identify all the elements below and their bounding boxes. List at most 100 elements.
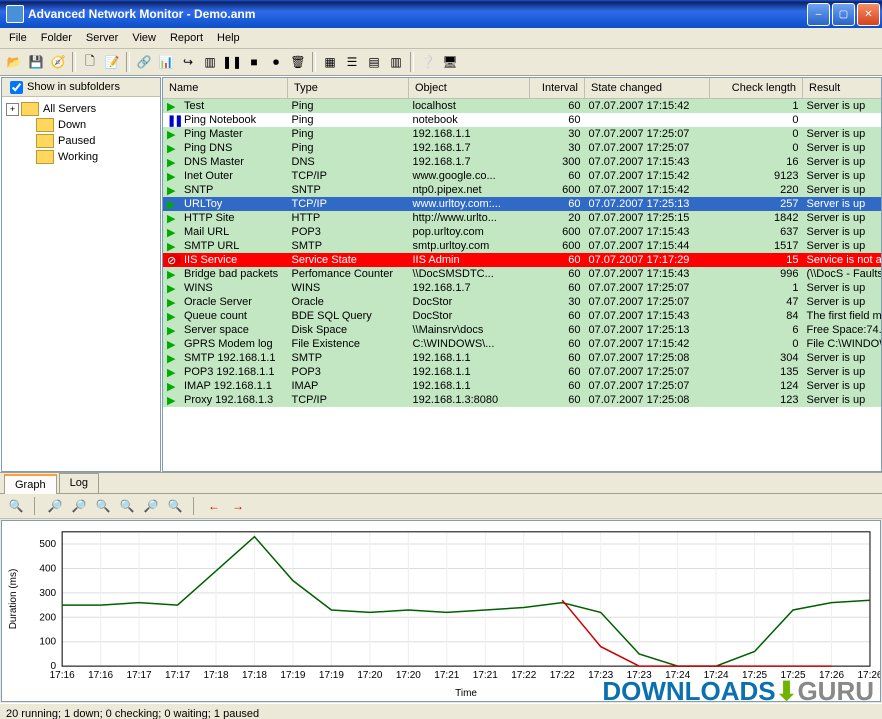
toolbar-grid1-button[interactable]: ▦ xyxy=(320,52,340,72)
toolbar-new-window-button[interactable]: 🗋 xyxy=(80,52,100,72)
tab-graph[interactable]: Graph xyxy=(4,474,57,494)
column-checklen[interactable]: Check length xyxy=(710,78,803,99)
tree-folder-paused[interactable]: Paused xyxy=(36,133,156,149)
server-row[interactable]: ▶POP3 192.168.1.1POP3192.168.1.16007.07.… xyxy=(163,365,882,379)
column-state[interactable]: State changed xyxy=(585,78,710,99)
menu-view[interactable]: View xyxy=(125,30,163,46)
graph-scroll-right-button[interactable]: → xyxy=(228,496,248,516)
graph-zoom-reset-y-button[interactable]: 🔎 xyxy=(141,496,161,516)
server-row[interactable]: ▶Mail URLPOP3pop.urltoy.com60007.07.2007… xyxy=(163,225,882,239)
server-row[interactable]: ▶HTTP SiteHTTPhttp://www.urlto...2007.07… xyxy=(163,211,882,225)
status-icon: ▶ xyxy=(167,310,181,322)
menu-bar: FileFolderServerViewReportHelp xyxy=(0,28,882,49)
column-interval[interactable]: Interval xyxy=(530,78,585,99)
tab-log[interactable]: Log xyxy=(59,473,99,493)
toolbar-about-button[interactable]: 🖥 xyxy=(440,52,460,72)
server-row[interactable]: ▶TestPinglocalhost6007.07.2007 17:15:421… xyxy=(163,99,882,114)
tree-root-label: All Servers xyxy=(43,103,96,115)
status-bar: 20 running; 1 down; 0 checking; 0 waitin… xyxy=(0,703,882,719)
folder-icon xyxy=(36,134,54,148)
tree-folder-working[interactable]: Working xyxy=(36,149,156,165)
status-icon: ▶ xyxy=(167,142,181,154)
app-icon xyxy=(6,5,24,23)
server-row[interactable]: ▶GPRS Modem logFile ExistenceC:\WINDOWS\… xyxy=(163,337,882,351)
menu-report[interactable]: Report xyxy=(163,30,210,46)
graph-scroll-left-button[interactable]: ← xyxy=(204,496,224,516)
toolbar-export-button[interactable]: ↪ xyxy=(178,52,198,72)
graph-zoom-reset-x-button[interactable]: 🔍 xyxy=(165,496,185,516)
server-row[interactable]: ▶SNTPSNTPntp0.pipex.net60007.07.2007 17:… xyxy=(163,183,882,197)
column-object[interactable]: Object xyxy=(409,78,530,99)
server-row[interactable]: ▶Ping DNSPing192.168.1.73007.07.2007 17:… xyxy=(163,141,882,155)
toolbar-grid2-button[interactable]: ☰ xyxy=(342,52,362,72)
subfolders-label: Show in subfolders xyxy=(27,81,120,93)
server-row[interactable]: ▶Oracle ServerOracleDocStor3007.07.2007 … xyxy=(163,295,882,309)
graph-zoom-out-x-button[interactable]: 🔍 xyxy=(93,496,113,516)
toolbar-columns-button[interactable]: ▥ xyxy=(200,52,220,72)
minimize-button[interactable]: – xyxy=(807,3,830,26)
toolbar-properties-button[interactable]: 📝 xyxy=(102,52,122,72)
status-icon: ▶ xyxy=(167,380,181,392)
server-row[interactable]: ❚❚Ping NotebookPingnotebook600 xyxy=(163,113,882,127)
toolbar-link-button[interactable]: 🔗 xyxy=(134,52,154,72)
server-row[interactable]: ▶Queue countBDE SQL QueryDocStor6007.07.… xyxy=(163,309,882,323)
subfolders-checkbox[interactable] xyxy=(10,81,23,94)
svg-text:17:21: 17:21 xyxy=(473,670,498,681)
svg-text:17:19: 17:19 xyxy=(319,670,344,681)
sidebar-header: Show in subfolders xyxy=(2,78,160,97)
server-row[interactable]: ▶Bridge bad packetsPerfomance Counter\\D… xyxy=(163,267,882,281)
status-icon: ▶ xyxy=(167,128,181,140)
server-grid[interactable]: NameTypeObjectIntervalState changedCheck… xyxy=(162,77,882,472)
server-row[interactable]: ▶SMTP URLSMTPsmtp.urltoy.com60007.07.200… xyxy=(163,239,882,253)
status-icon: ▶ xyxy=(167,394,181,406)
graph-zoom-in-y-button[interactable]: 🔎 xyxy=(69,496,89,516)
graph-zoom-out-y-button[interactable]: 🔎 xyxy=(45,496,65,516)
toolbar-grid4-button[interactable]: ▥ xyxy=(386,52,406,72)
graph-toolbar: 🔍🔎🔎🔍🔍🔎🔍←→ xyxy=(0,494,882,519)
chart-area[interactable]: 010020030040050017:1617:1617:1717:1717:1… xyxy=(1,520,881,702)
toolbar-pause-button[interactable]: ❚❚ xyxy=(222,52,242,72)
toolbar-save-button[interactable]: 💾 xyxy=(26,52,46,72)
toolbar-save-map-button[interactable]: 🧭 xyxy=(48,52,68,72)
menu-server[interactable]: Server xyxy=(79,30,125,46)
server-row[interactable]: ⊘IIS ServiceService StateIIS Admin6007.0… xyxy=(163,253,882,267)
svg-text:17:26: 17:26 xyxy=(819,670,844,681)
column-result[interactable]: Result xyxy=(803,78,882,99)
toolbar-open-button[interactable]: 📂 xyxy=(4,52,24,72)
toolbar-delete-button[interactable]: 🗑 xyxy=(288,52,308,72)
duration-chart: 010020030040050017:1617:1617:1717:1717:1… xyxy=(2,521,880,701)
svg-text:17:21: 17:21 xyxy=(434,670,459,681)
column-name[interactable]: Name xyxy=(163,78,288,99)
status-icon: ▶ xyxy=(167,100,181,112)
folder-icon xyxy=(21,102,39,116)
menu-help[interactable]: Help xyxy=(210,30,247,46)
maximize-button[interactable]: ▢ xyxy=(832,3,855,26)
server-row[interactable]: ▶SMTP 192.168.1.1SMTP192.168.1.16007.07.… xyxy=(163,351,882,365)
server-row[interactable]: ▶WINSWINS192.168.1.76007.07.2007 17:25:0… xyxy=(163,281,882,295)
svg-text:17:16: 17:16 xyxy=(88,670,113,681)
toolbar-help-button[interactable]: ❔ xyxy=(418,52,438,72)
svg-text:17:20: 17:20 xyxy=(396,670,421,681)
server-row[interactable]: ▶Server spaceDisk Space\\Mainsrv\docs600… xyxy=(163,323,882,337)
tree-folder-down[interactable]: Down xyxy=(36,117,156,133)
graph-zoom-in-x-button[interactable]: 🔍 xyxy=(117,496,137,516)
toolbar-stop-button[interactable]: ■ xyxy=(244,52,264,72)
server-row[interactable]: ▶Proxy 192.168.1.3TCP/IP192.168.1.3:8080… xyxy=(163,393,882,407)
menu-file[interactable]: File xyxy=(2,30,34,46)
close-button[interactable]: ✕ xyxy=(857,3,880,26)
server-row[interactable]: ▶DNS MasterDNS192.168.1.730007.07.2007 1… xyxy=(163,155,882,169)
column-type[interactable]: Type xyxy=(288,78,409,99)
toolbar-record-button[interactable]: ⏺ xyxy=(266,52,286,72)
server-row[interactable]: ▶Inet OuterTCP/IPwww.google.co...6007.07… xyxy=(163,169,882,183)
toolbar-grid3-button[interactable]: ▤ xyxy=(364,52,384,72)
tree-root[interactable]: + All Servers xyxy=(6,101,156,117)
graph-zoom-button[interactable]: 🔍 xyxy=(6,496,26,516)
menu-folder[interactable]: Folder xyxy=(34,30,79,46)
server-row[interactable]: ▶IMAP 192.168.1.1IMAP192.168.1.16007.07.… xyxy=(163,379,882,393)
svg-text:17:20: 17:20 xyxy=(357,670,382,681)
svg-text:17:18: 17:18 xyxy=(203,670,228,681)
server-row[interactable]: ▶Ping MasterPing192.168.1.13007.07.2007 … xyxy=(163,127,882,141)
server-row[interactable]: ▶URLToyTCP/IPwww.urltoy.com:...6007.07.2… xyxy=(163,197,882,211)
toolbar-chart-button[interactable]: 📊 xyxy=(156,52,176,72)
expand-icon[interactable]: + xyxy=(6,103,19,116)
